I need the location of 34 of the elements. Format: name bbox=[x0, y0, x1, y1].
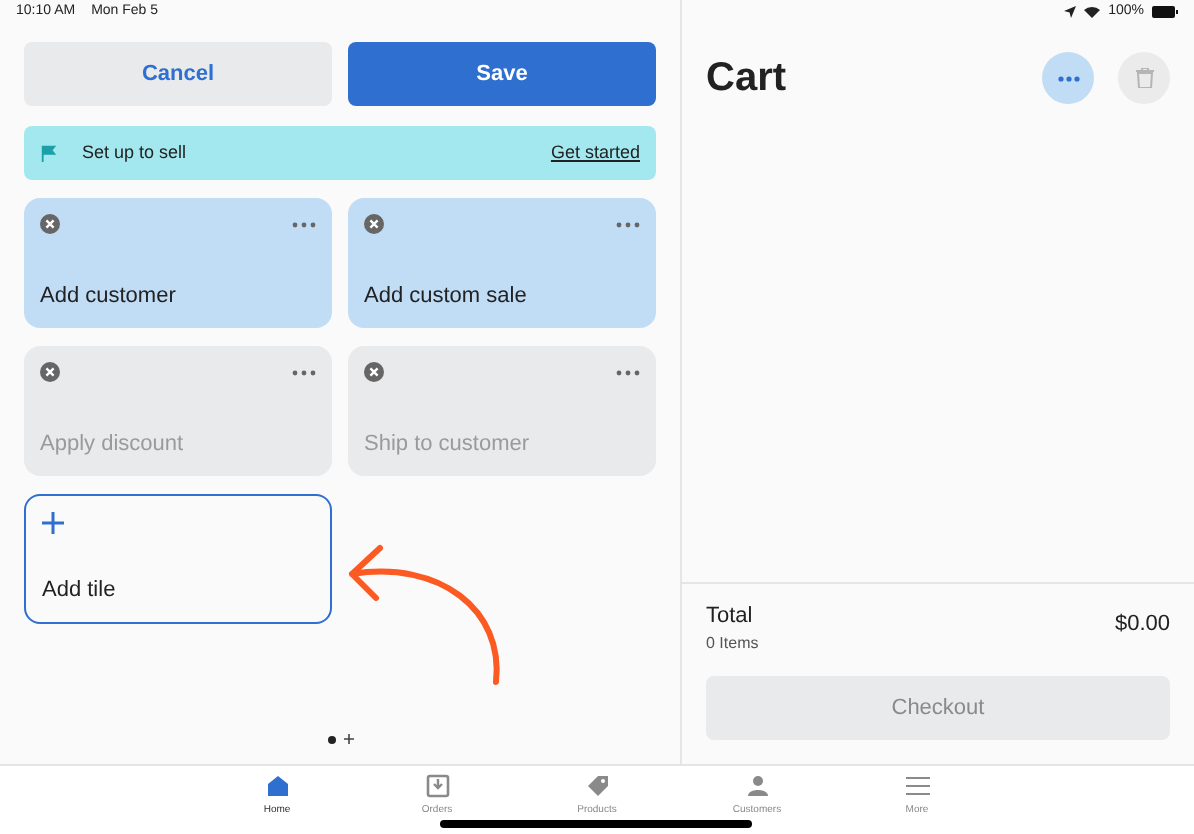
more-icon[interactable] bbox=[616, 221, 640, 227]
tile-label: Add custom sale bbox=[364, 281, 529, 311]
home-icon bbox=[265, 774, 289, 798]
add-tile[interactable]: Add tile bbox=[24, 494, 332, 624]
more-icon[interactable] bbox=[292, 221, 316, 227]
quick-action-tile[interactable]: Add customer bbox=[24, 198, 332, 328]
quick-action-tile[interactable]: Add custom sale bbox=[348, 198, 656, 328]
more-icon bbox=[1057, 75, 1079, 81]
add-tile-label: Add tile bbox=[42, 575, 118, 605]
remove-icon[interactable] bbox=[364, 214, 384, 234]
trash-icon bbox=[1135, 68, 1153, 88]
tag-icon bbox=[585, 774, 609, 798]
wifi-icon bbox=[1084, 6, 1101, 18]
download-box-icon bbox=[425, 774, 449, 798]
cart-title: Cart bbox=[706, 54, 787, 104]
get-started-link[interactable]: Get started bbox=[550, 139, 640, 167]
tile-label: Ship to customer bbox=[364, 429, 532, 459]
total-label: Total bbox=[706, 601, 755, 631]
banner-text: Set up to sell bbox=[82, 139, 187, 166]
save-button[interactable]: Save bbox=[348, 42, 656, 106]
item-count: 0 Items bbox=[706, 632, 759, 656]
page-dot-icon[interactable] bbox=[327, 735, 335, 743]
plus-icon bbox=[42, 512, 64, 534]
tile-label: Apply discount bbox=[40, 429, 186, 459]
add-page-icon[interactable] bbox=[343, 734, 353, 744]
tile-label: Add customer bbox=[40, 281, 178, 311]
total-amount: $0.00 bbox=[1114, 609, 1170, 639]
battery-icon bbox=[1152, 6, 1178, 18]
menu-icon bbox=[905, 774, 929, 798]
cancel-button[interactable]: Cancel bbox=[24, 42, 332, 106]
flag-icon bbox=[40, 144, 58, 162]
location-icon bbox=[1064, 6, 1077, 18]
remove-icon[interactable] bbox=[40, 214, 60, 234]
person-icon bbox=[745, 774, 769, 798]
